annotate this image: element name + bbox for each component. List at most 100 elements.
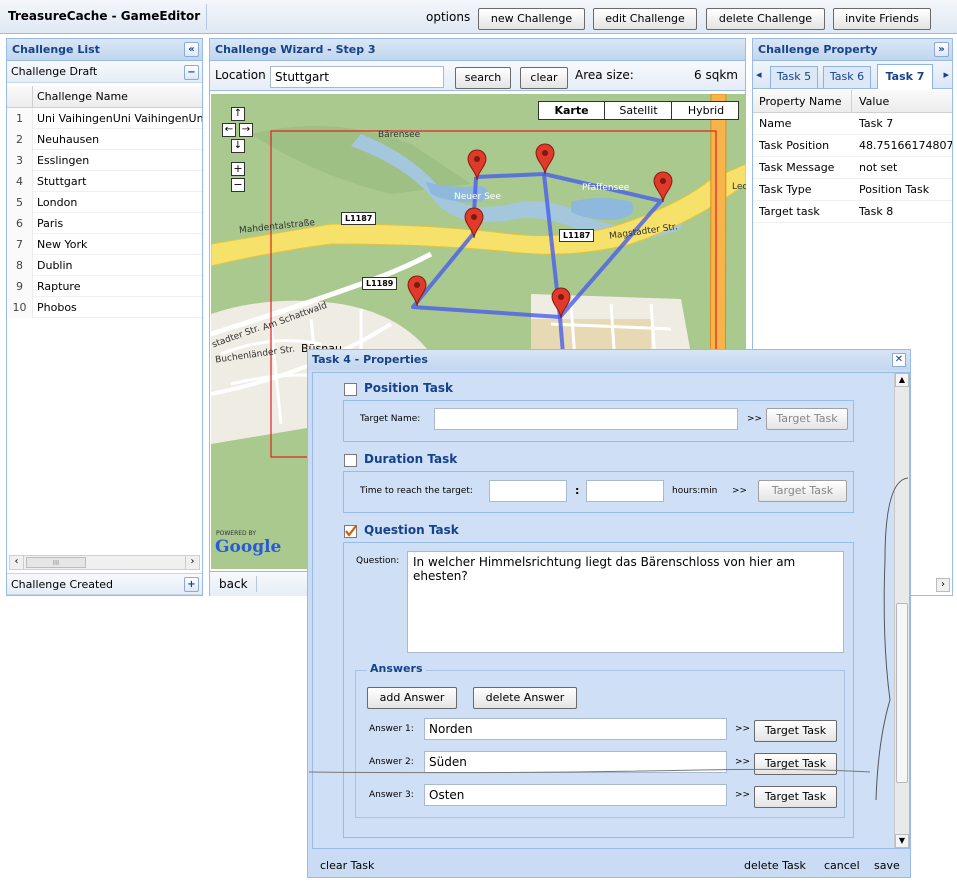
- challenge-draft-label: Challenge Draft: [11, 65, 98, 78]
- challenge-draft-header[interactable]: Challenge Draft: [7, 61, 202, 83]
- column-property-name[interactable]: Property Name: [759, 95, 842, 108]
- collapse-left-icon[interactable]: «: [184, 42, 199, 57]
- road-sign: L1187: [341, 212, 377, 225]
- position-target-task-button[interactable]: Target Task: [766, 408, 848, 430]
- map-type-karte[interactable]: Karte: [539, 102, 605, 119]
- answer-label: Answer 1:: [369, 724, 414, 734]
- challenge-created-header[interactable]: Challenge Created: [7, 573, 202, 595]
- add-answer-button[interactable]: add Answer: [367, 687, 457, 709]
- table-row[interactable]: 2 Neuhausen: [7, 129, 202, 150]
- column-value[interactable]: Value: [859, 95, 889, 108]
- answer-arrow: >>: [735, 790, 751, 800]
- scroll-thumb[interactable]: III: [26, 557, 86, 568]
- marker-icon[interactable]: [653, 171, 673, 203]
- collapse-draft-icon[interactable]: −: [184, 65, 199, 80]
- table-row[interactable]: 8 Dublin: [7, 255, 202, 276]
- hours-min-label: hours:min: [672, 486, 718, 496]
- delete-answer-button[interactable]: delete Answer: [473, 687, 577, 709]
- marker-icon[interactable]: [551, 287, 571, 319]
- table-row[interactable]: 9 Rapture: [7, 276, 202, 297]
- position-task-checkbox[interactable]: [344, 383, 357, 396]
- tab-scroll-left-icon[interactable]: ◂: [756, 68, 762, 81]
- property-grid-header: Property Name Value: [753, 90, 952, 113]
- search-button[interactable]: search: [455, 67, 511, 89]
- table-row[interactable]: 7 New York: [7, 234, 202, 255]
- close-icon[interactable]: ✕: [892, 353, 906, 367]
- question-task-checkbox[interactable]: [344, 525, 357, 538]
- question-label: Question:: [356, 556, 400, 566]
- clear-task-button[interactable]: clear Task: [320, 859, 374, 872]
- dialog-title: Task 4 - Properties: [312, 353, 428, 366]
- zoom-in-icon[interactable]: +: [231, 162, 245, 176]
- area-size-label: Area size:: [575, 68, 634, 82]
- pan-down-icon[interactable]: ↓: [231, 139, 245, 153]
- expand-created-icon[interactable]: +: [184, 577, 199, 592]
- duration-target-task-button[interactable]: Target Task: [758, 480, 847, 502]
- map-label: Bärensee: [378, 130, 421, 140]
- table-row[interactable]: Target task Task 8: [753, 201, 952, 223]
- map-type-hybrid[interactable]: Hybrid: [673, 102, 739, 119]
- answers-legend: Answers: [367, 662, 426, 675]
- answer-target-task-button[interactable]: Target Task: [754, 753, 837, 775]
- zoom-out-icon[interactable]: −: [231, 178, 245, 192]
- marker-icon[interactable]: [467, 149, 487, 181]
- invite-friends-button[interactable]: invite Friends: [833, 8, 931, 30]
- tab-scroll-right-icon[interactable]: ▸: [943, 68, 949, 81]
- property-scroll-right-icon[interactable]: ›: [936, 578, 950, 592]
- hours-input[interactable]: [489, 480, 567, 502]
- column-challenge-name[interactable]: Challenge Name: [37, 90, 128, 103]
- title-separator: [206, 4, 207, 30]
- delete-challenge-button[interactable]: delete Challenge: [706, 8, 825, 30]
- scroll-thumb[interactable]: [896, 603, 908, 783]
- table-row[interactable]: 3 Esslingen: [7, 150, 202, 171]
- answer-target-task-button[interactable]: Target Task: [754, 720, 837, 742]
- scroll-up-icon[interactable]: ▲: [895, 373, 909, 387]
- minutes-input[interactable]: [586, 480, 664, 502]
- marker-icon[interactable]: [407, 275, 427, 307]
- options-menu[interactable]: options: [426, 10, 470, 24]
- new-challenge-button[interactable]: new Challenge: [478, 8, 585, 30]
- question-textarea[interactable]: In welcher Himmelsrichtung liegt das Bär…: [407, 551, 844, 653]
- clear-button[interactable]: clear: [520, 67, 568, 89]
- cancel-button[interactable]: cancel: [824, 859, 860, 872]
- location-input[interactable]: Stuttgart: [270, 66, 444, 88]
- dialog-title-bar[interactable]: Task 4 - Properties ✕: [308, 350, 910, 370]
- answer-target-task-button[interactable]: Target Task: [754, 786, 837, 808]
- pan-right-icon[interactable]: →: [239, 123, 253, 137]
- pan-up-icon[interactable]: ↑: [231, 107, 245, 121]
- marker-icon[interactable]: [464, 207, 484, 239]
- scroll-right-icon[interactable]: ›: [185, 556, 199, 569]
- marker-icon[interactable]: [535, 143, 555, 175]
- target-name-input[interactable]: [434, 408, 738, 430]
- table-row[interactable]: 1 Uni VaihingenUni VaihingenUni Va: [7, 108, 202, 129]
- tab-task-6[interactable]: Task 6: [823, 66, 871, 88]
- table-row[interactable]: Task Type Position Task: [753, 179, 952, 201]
- map-type-satellit[interactable]: Satellit: [606, 102, 672, 119]
- table-row[interactable]: 4 Stuttgart: [7, 171, 202, 192]
- horizontal-scrollbar[interactable]: ‹ III ›: [9, 555, 200, 570]
- scroll-left-icon[interactable]: ‹: [10, 556, 24, 569]
- table-row[interactable]: 6 Paris: [7, 213, 202, 234]
- table-row[interactable]: 5 London: [7, 192, 202, 213]
- property-title: Challenge Property: [753, 39, 952, 61]
- tab-task-5[interactable]: Task 5: [770, 66, 818, 88]
- edit-challenge-button[interactable]: edit Challenge: [593, 8, 697, 30]
- back-button[interactable]: back: [219, 577, 248, 591]
- table-row[interactable]: Task Position 48.7516617480740: [753, 135, 952, 157]
- save-button[interactable]: save: [874, 859, 900, 872]
- scroll-down-icon[interactable]: ▼: [895, 834, 909, 848]
- map-label: Leo: [732, 182, 746, 192]
- collapse-right-icon[interactable]: »: [934, 42, 949, 57]
- wizard-title: Challenge Wizard - Step 3: [210, 39, 745, 61]
- table-row[interactable]: Task Message not set: [753, 157, 952, 179]
- answer-input[interactable]: Osten: [424, 784, 727, 806]
- table-row[interactable]: Name Task 7: [753, 113, 952, 135]
- duration-task-checkbox[interactable]: [344, 454, 357, 467]
- table-row[interactable]: 10 Phobos: [7, 297, 202, 318]
- dialog-vertical-scrollbar[interactable]: ▲ ▼: [894, 373, 909, 848]
- delete-task-button[interactable]: delete Task: [744, 859, 806, 872]
- answer-input[interactable]: Süden: [424, 751, 727, 773]
- pan-left-icon[interactable]: ←: [222, 123, 236, 137]
- tab-task-7[interactable]: Task 7: [877, 64, 933, 89]
- answer-input[interactable]: Norden: [424, 718, 727, 740]
